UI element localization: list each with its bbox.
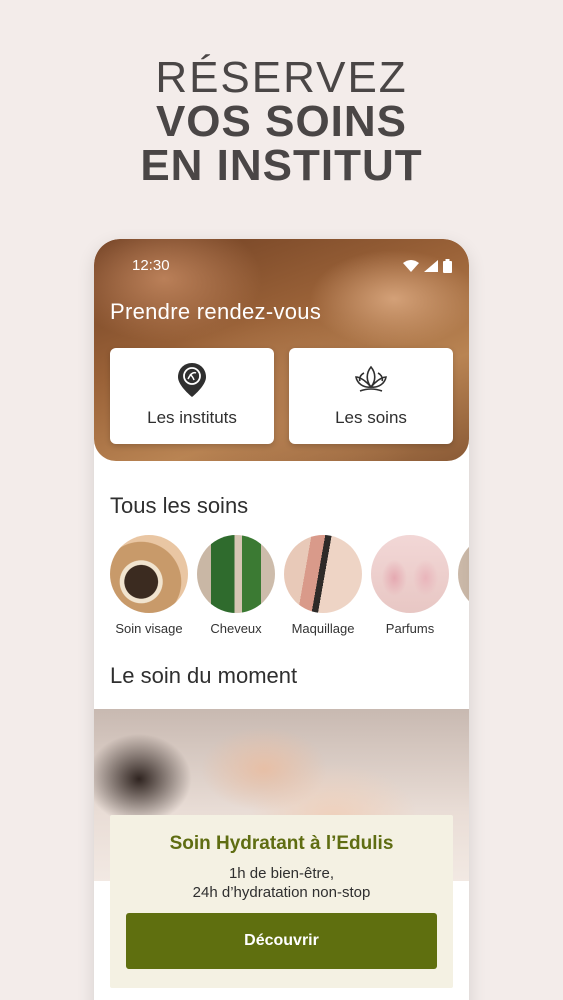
battery-icon — [443, 259, 452, 273]
status-time: 12:30 — [132, 257, 170, 274]
location-pin-icon — [178, 363, 206, 397]
category-next-partial[interactable] — [458, 535, 469, 645]
headline: RÉSERVEZ VOS SOINS EN INSTITUT — [0, 56, 563, 188]
parfums-image — [371, 535, 449, 613]
maquillage-image — [284, 535, 362, 613]
discover-button[interactable]: Découvrir — [126, 913, 437, 969]
institutes-label: Les instituts — [147, 408, 237, 427]
category-label: Soin visage — [115, 621, 183, 636]
institutes-card[interactable]: Les instituts — [110, 348, 274, 444]
category-cheveux[interactable]: Cheveux — [197, 535, 275, 645]
category-label: Maquillage — [291, 621, 355, 636]
category-soin-visage[interactable]: Soin visage — [110, 535, 188, 645]
cheveux-image — [197, 535, 275, 613]
moment-card-subtitle-2: 24h d’hydratation non-stop — [192, 884, 371, 901]
soin-visage-image — [110, 535, 188, 613]
moment-card-title: Soin Hydratant à l’Edulis — [169, 833, 394, 854]
lotus-icon — [355, 365, 387, 392]
category-label: Cheveux — [210, 621, 262, 636]
headline-line-2: VOS SOINS — [155, 97, 408, 146]
moment-title: Le soin du moment — [110, 663, 298, 688]
category-parfums[interactable]: Parfums — [371, 535, 449, 645]
wifi-icon — [403, 260, 419, 272]
soins-card[interactable]: Les soins — [289, 348, 453, 444]
category-label: Parfums — [385, 621, 435, 636]
moment-card-subtitle-1: 1h de bien-être, — [228, 865, 335, 882]
category-carousel[interactable]: Soin visage Cheveux Maquillage Parfums — [110, 535, 469, 645]
headline-line-1: RÉSERVEZ — [155, 53, 408, 102]
headline-line-3: EN INSTITUT — [140, 141, 423, 190]
moment-card: Soin Hydratant à l’Edulis 1h de bien-êtr… — [110, 815, 453, 988]
hero-title: Prendre rendez-vous — [110, 299, 322, 324]
status-bar: 12:30 — [132, 257, 462, 277]
next-category-image — [458, 535, 469, 613]
phone-screen: 12:30 Prendre rendez-vous Les instituts — [94, 239, 469, 1000]
category-maquillage[interactable]: Maquillage — [284, 535, 362, 645]
hero-banner: 12:30 Prendre rendez-vous Les instituts — [94, 239, 469, 461]
signal-icon — [424, 260, 438, 272]
soins-label: Les soins — [335, 408, 407, 427]
all-soins-title: Tous les soins — [110, 493, 249, 518]
